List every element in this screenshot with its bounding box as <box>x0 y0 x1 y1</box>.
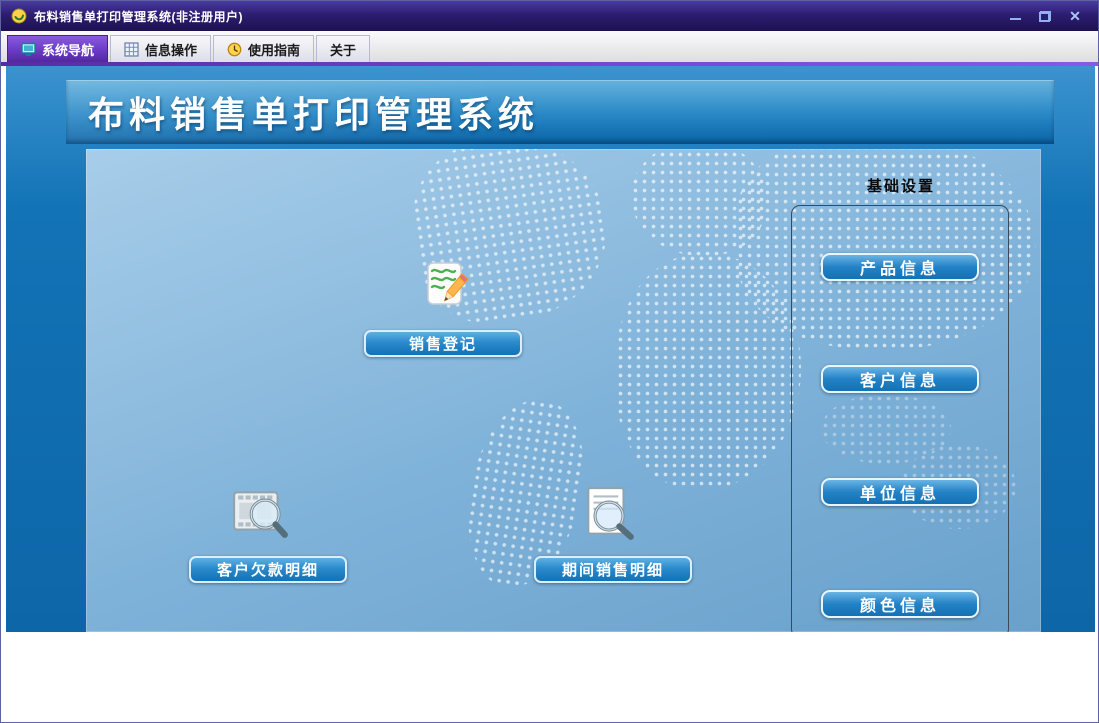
clock-icon <box>227 42 242 57</box>
customer-debt-button[interactable]: 客户欠款明细 <box>189 556 347 583</box>
main-area: 布料销售单打印管理系统 <box>6 66 1095 632</box>
sales-register-label: 销售登记 <box>409 333 477 354</box>
app-icon <box>11 8 27 24</box>
tab-label: 使用指南 <box>248 40 300 59</box>
map-dots-africa <box>616 254 801 489</box>
customer-info-label: 客户信息 <box>860 367 940 391</box>
tab-label: 信息操作 <box>145 40 197 59</box>
window-title: 布料销售单打印管理系统(非注册用户) <box>34 8 243 25</box>
banner-title: 布料销售单打印管理系统 <box>88 86 539 138</box>
tab-user-guide[interactable]: 使用指南 <box>213 35 314 62</box>
sales-register-button[interactable]: 销售登记 <box>364 330 522 357</box>
product-info-label: 产品信息 <box>860 255 940 279</box>
tab-info-operations[interactable]: 信息操作 <box>110 35 211 62</box>
color-info-button[interactable]: 颜色信息 <box>821 590 979 618</box>
doc-magnifier-icon[interactable] <box>579 484 639 544</box>
note-pencil-icon[interactable] <box>421 259 471 311</box>
grid-icon <box>124 42 139 57</box>
map-dots-europe <box>631 149 766 256</box>
restore-button[interactable] <box>1038 9 1052 23</box>
customer-debt-label: 客户欠款明细 <box>217 559 319 580</box>
period-sales-button[interactable]: 期间销售明细 <box>534 556 692 583</box>
unit-info-button[interactable]: 单位信息 <box>821 478 979 506</box>
tab-strip: 系统导航 信息操作 使用指南 关于 <box>1 31 1098 62</box>
tab-about[interactable]: 关于 <box>316 35 370 62</box>
close-button[interactable]: ✕ <box>1068 9 1082 23</box>
app-window: 布料销售单打印管理系统(非注册用户) ✕ 系统导航 信息操作 <box>0 0 1099 723</box>
titlebar: 布料销售单打印管理系统(非注册用户) ✕ <box>1 1 1098 31</box>
customer-info-button[interactable]: 客户信息 <box>821 365 979 393</box>
map-panel: 销售登记 客户欠款明细 <box>86 149 1041 632</box>
tab-label: 系统导航 <box>42 40 94 59</box>
close-icon: ✕ <box>1069 9 1081 23</box>
tab-system-nav[interactable]: 系统导航 <box>7 35 108 62</box>
window-controls: ✕ <box>1008 9 1088 23</box>
banner: 布料销售单打印管理系统 <box>66 80 1054 144</box>
minimize-icon <box>1010 18 1021 20</box>
restore-icon <box>1039 11 1051 22</box>
monitor-icon <box>21 42 36 57</box>
unit-info-label: 单位信息 <box>860 480 940 504</box>
minimize-button[interactable] <box>1008 9 1022 23</box>
period-sales-label: 期间销售明细 <box>562 559 664 580</box>
product-info-button[interactable]: 产品信息 <box>821 253 979 281</box>
film-magnifier-icon[interactable] <box>231 482 291 542</box>
color-info-label: 颜色信息 <box>860 592 940 616</box>
tab-label: 关于 <box>330 40 356 59</box>
settings-title: 基础设置 <box>791 175 1011 196</box>
